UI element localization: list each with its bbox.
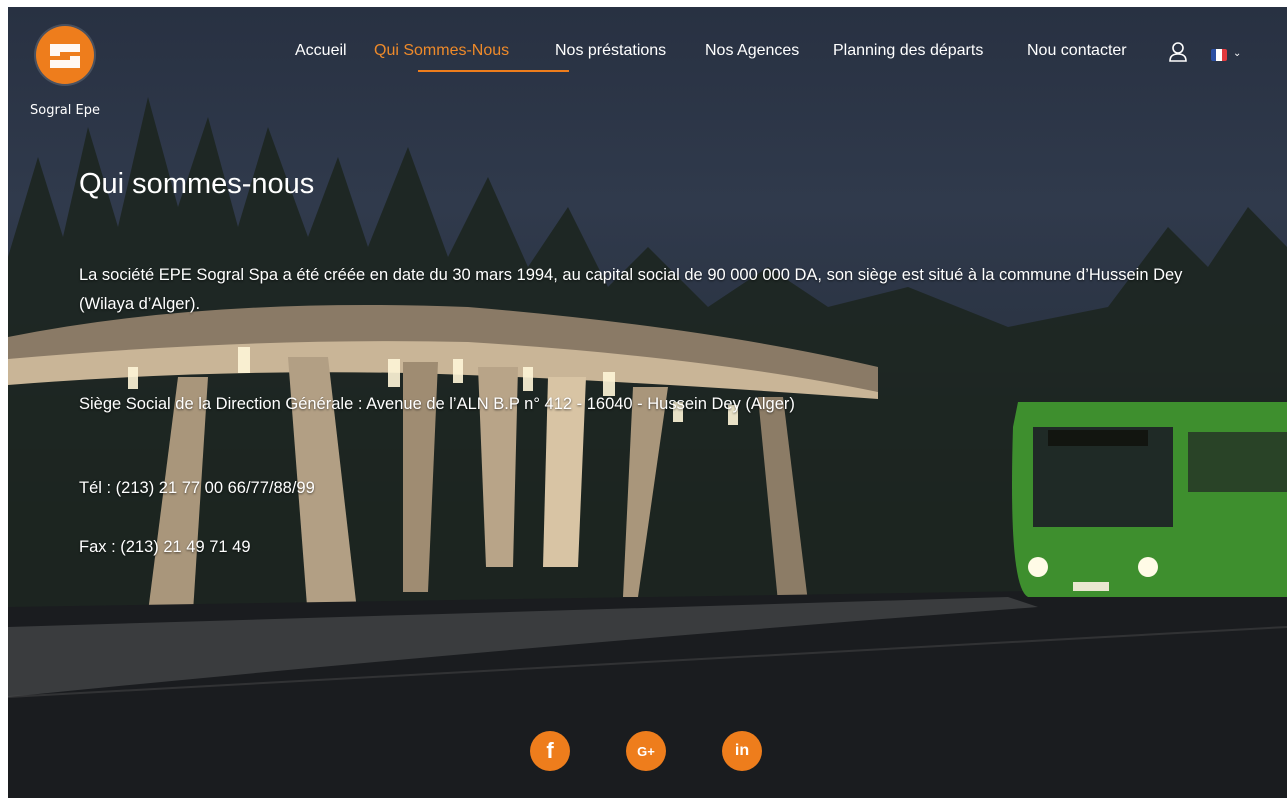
nav-item-accueil[interactable]: Accueil	[295, 42, 347, 60]
page: Sogral Epe Accueil Qui Sommes-Nous Nos p…	[0, 0, 1287, 801]
linkedin-icon[interactable]: in	[722, 731, 762, 771]
french-flag-icon[interactable]	[1211, 49, 1227, 61]
logo-icon[interactable]	[36, 26, 94, 84]
nav-item-nos-agences[interactable]: Nos Agences	[705, 42, 799, 60]
active-nav-indicator	[418, 70, 569, 72]
logo-mark	[50, 44, 80, 68]
phone-text: Tél : (213) 21 77 00 66/77/88/99	[79, 479, 315, 497]
fax-text: Fax : (213) 21 49 71 49	[79, 538, 251, 556]
user-icon[interactable]	[1168, 41, 1188, 63]
google-plus-icon[interactable]: G+	[626, 731, 666, 771]
facebook-icon[interactable]: f	[530, 731, 570, 771]
nav-item-nos-prestations[interactable]: Nos préstations	[555, 42, 666, 60]
nav-item-planning-des-departs[interactable]: Planning des départs	[833, 42, 983, 60]
frame-left	[0, 0, 8, 801]
address-text: Siège Social de la Direction Générale : …	[79, 395, 795, 413]
intro-paragraph: La société EPE Sogral Spa a été créée en…	[79, 266, 1183, 313]
nav-item-nou-contacter[interactable]: Nou contacter	[1027, 42, 1127, 60]
brand-name: Sogral Epe	[30, 103, 100, 118]
chevron-down-icon[interactable]: ⌄	[1233, 48, 1241, 59]
page-title: Qui sommes-nous	[79, 168, 315, 200]
frame-top	[0, 0, 1287, 7]
nav-item-qui-sommes-nous[interactable]: Qui Sommes-Nous	[374, 42, 509, 60]
